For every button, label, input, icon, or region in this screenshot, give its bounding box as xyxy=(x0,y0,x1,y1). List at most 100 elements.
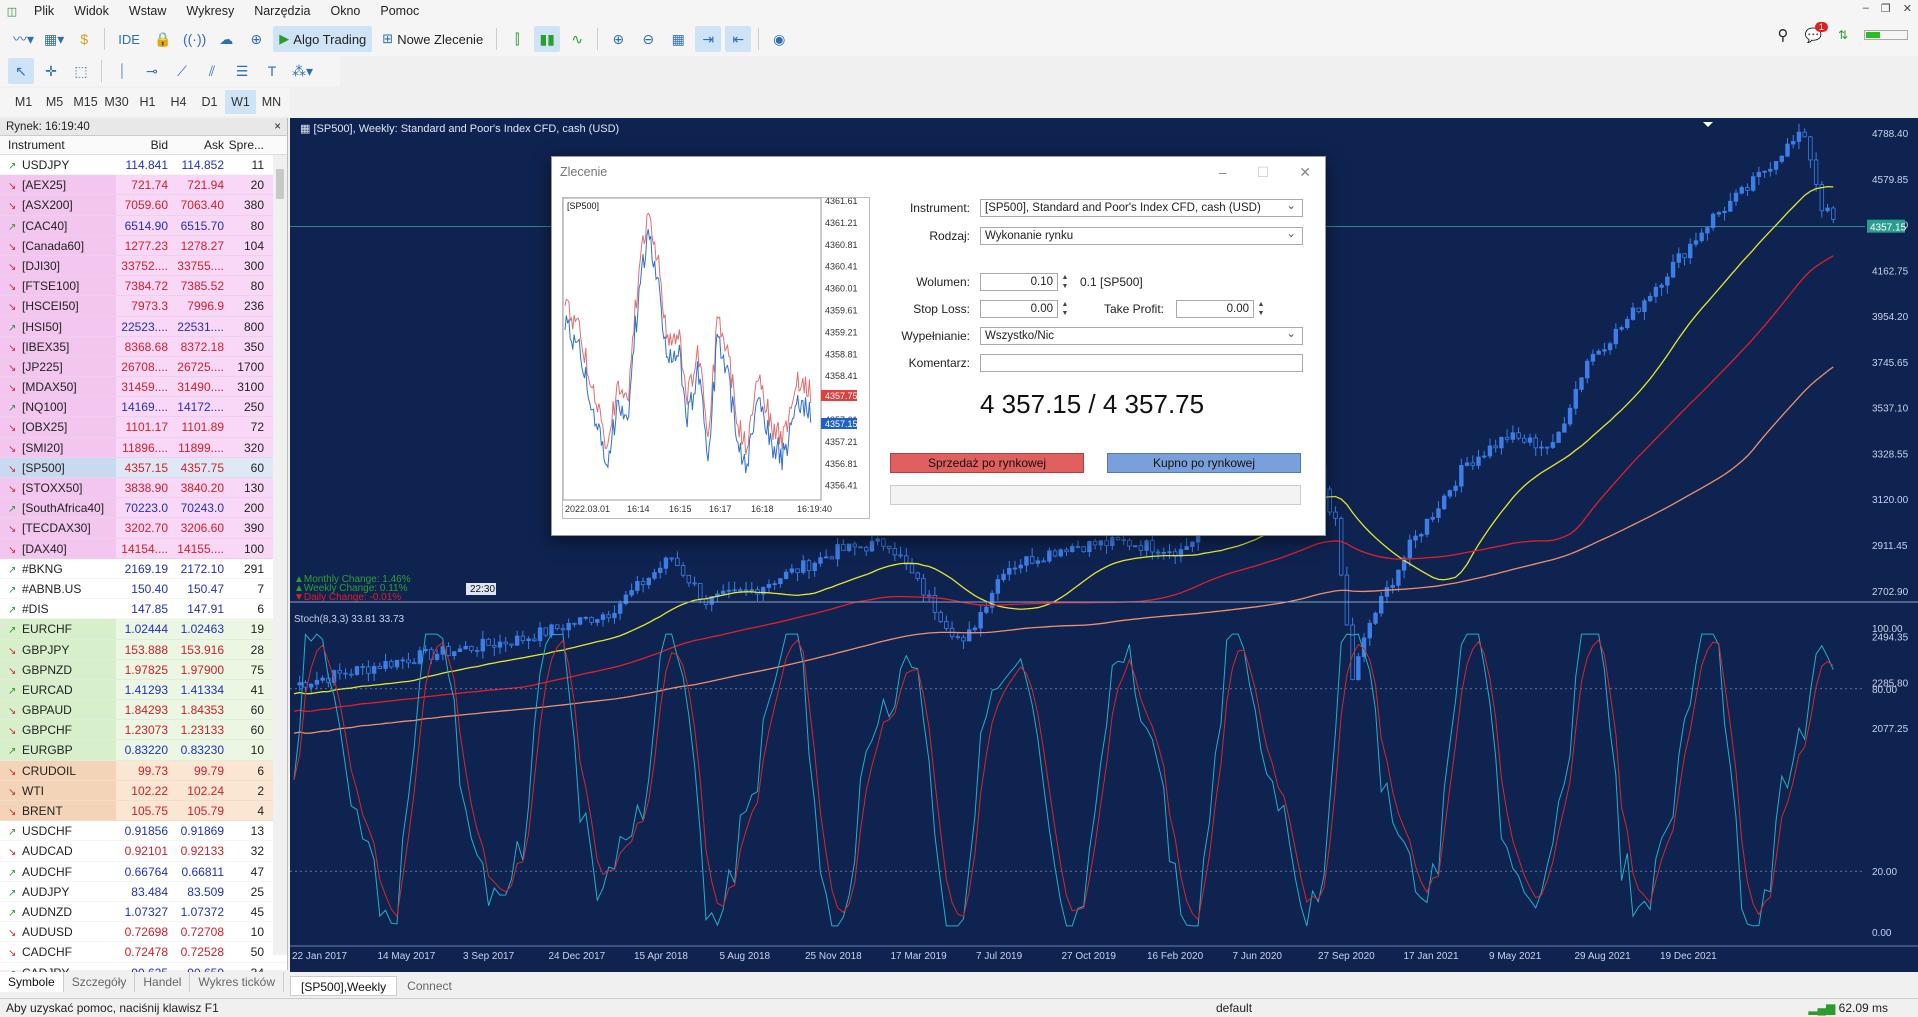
table-row[interactable]: ↘ CADCHF 0.72478 0.72528 50 xyxy=(0,942,287,963)
col-header-spread[interactable]: Spre... xyxy=(228,136,268,154)
table-row[interactable]: ↘ [SMI20] 11896.... 11899.... 320 xyxy=(0,437,287,458)
table-row[interactable]: ↘ WTI 102.22 102.24 2 xyxy=(0,780,287,801)
scrollbar[interactable] xyxy=(273,155,287,955)
chart-type-icon[interactable]: 〰▾ xyxy=(10,26,37,52)
vertical-line-icon[interactable]: ⏐ xyxy=(109,58,135,84)
vps-icon[interactable]: ⊕ xyxy=(243,26,269,52)
timeframe-d1[interactable]: D1 xyxy=(194,90,225,114)
grid-icon[interactable]: ▦ xyxy=(665,26,691,52)
chart-shift-marker-icon[interactable] xyxy=(1703,122,1713,127)
menu-item-insert[interactable]: Wstaw xyxy=(119,0,177,22)
timeframe-h1[interactable]: H1 xyxy=(132,90,163,114)
volume-stepper[interactable]: ▲ ▼ xyxy=(1059,273,1071,291)
timeframe-h4[interactable]: H4 xyxy=(163,90,194,114)
table-row[interactable]: ↗ AUDNZD 1.07327 1.07372 45 xyxy=(0,902,287,923)
close-icon[interactable]: × xyxy=(274,118,281,136)
table-row[interactable]: ↗ AUDCHF 0.66764 0.66811 47 xyxy=(0,862,287,882)
tab-symbols[interactable]: Symbole xyxy=(0,972,64,992)
text-icon[interactable]: T xyxy=(259,58,285,84)
table-row[interactable]: ↗ [CAC40] 6514.90 6515.70 80 xyxy=(0,215,287,236)
table-row[interactable]: ↘ [SP500] 4357.15 4357.75 60 xyxy=(0,457,287,478)
minimize-icon[interactable]: – xyxy=(1219,157,1227,187)
buy-market-button[interactable]: Kupno po rynkowej xyxy=(1107,453,1301,473)
table-row[interactable]: ↗ [SouthAfrica40] 70223.0 70243.0 200 xyxy=(0,498,287,519)
table-row[interactable]: ↘ GBPAUD 1.84293 1.84353 60 xyxy=(0,700,287,721)
timeframe-m30[interactable]: M30 xyxy=(101,90,132,114)
menu-item-window[interactable]: Okno xyxy=(320,0,370,22)
table-row[interactable]: ↘ [Canada60] 1277.23 1278.27 104 xyxy=(0,235,287,256)
menu-item-tools[interactable]: Narzędzia xyxy=(244,0,320,22)
table-row[interactable]: ↗ EURCHF 1.02444 1.02463 19 xyxy=(0,619,287,640)
table-row[interactable]: ↘ AUDUSD 0.72698 0.72708 10 xyxy=(0,922,287,943)
table-row[interactable]: ↗ #ABNB.US 150.40 150.47 7 xyxy=(0,579,287,600)
timeframe-mn[interactable]: MN xyxy=(256,90,287,114)
comment-input[interactable] xyxy=(980,354,1303,372)
table-row[interactable]: ↗ USDJPY 114.841 114.852 11 xyxy=(0,155,287,176)
signal-icon[interactable]: ((·)) xyxy=(180,26,209,52)
lock-icon[interactable]: 🔒 xyxy=(150,26,176,52)
table-row[interactable]: ↘ [STOXX50] 3838.90 3840.20 130 xyxy=(0,478,287,499)
table-row[interactable]: ↘ [DAX40] 14154.... 14155.... 100 xyxy=(0,538,287,559)
table-row[interactable]: ↘ GBPJPY 153.888 153.916 28 xyxy=(0,639,287,660)
templates-icon[interactable]: ▦▾ xyxy=(41,26,67,52)
algo-trading-button[interactable]: ▶ Algo Trading xyxy=(273,26,373,52)
channel-icon[interactable]: ⫽ xyxy=(199,58,225,84)
table-row[interactable]: ↘ [MDAX50] 31459.... 31490.... 3100 xyxy=(0,377,287,398)
ide-button[interactable]: IDE xyxy=(112,26,146,52)
menu-item-view[interactable]: Widok xyxy=(64,0,119,22)
stop-loss-stepper[interactable]: ▲ ▼ xyxy=(1059,300,1071,318)
rectangle-select-icon[interactable]: ⬚ xyxy=(68,58,94,84)
scrollbar-thumb[interactable] xyxy=(276,169,284,199)
volume-input[interactable]: 0.10 xyxy=(980,273,1058,291)
crosshair-icon[interactable]: ✛ xyxy=(38,58,64,84)
menu-item-help[interactable]: Pomoc xyxy=(370,0,429,22)
cursor-icon[interactable]: ↖ xyxy=(8,58,34,84)
chart-shift-icon[interactable]: ⇤ xyxy=(725,26,752,52)
tab-trading[interactable]: Handel xyxy=(135,972,191,992)
order-type-select[interactable]: Wykonanie rynku xyxy=(980,226,1303,245)
table-row[interactable]: ↘ [FTSE100] 7384.72 7385.52 80 xyxy=(0,276,287,297)
table-row[interactable]: ↗ AUDJPY 83.484 83.509 25 xyxy=(0,882,287,902)
auto-scroll-icon[interactable]: ⇥ xyxy=(695,26,722,52)
table-row[interactable]: ↘ [IBEX35] 8368.68 8372.18 350 xyxy=(0,336,287,357)
table-row[interactable]: ↗ [NQ100] 14169.... 14172.... 250 xyxy=(0,397,287,418)
table-row[interactable]: ↗ USDCHF 0.91856 0.91869 13 xyxy=(0,821,287,842)
maximize-icon[interactable]: ☐ xyxy=(1257,157,1270,187)
tab-details[interactable]: Szczegóły xyxy=(64,972,136,992)
table-row[interactable]: ↘ AUDCAD 0.92101 0.92133 32 xyxy=(0,841,287,862)
zoom-in-icon[interactable]: ⊕ xyxy=(605,26,631,52)
table-row[interactable]: ↘ [HSCEI50] 7973.3 7996.9 236 xyxy=(0,296,287,317)
table-row[interactable]: ↘ [TECDAX30] 3202.70 3206.60 390 xyxy=(0,518,287,539)
tab-connect[interactable]: Connect xyxy=(397,976,462,996)
table-row[interactable]: ↗ EURCAD 1.41293 1.41334 41 xyxy=(0,679,287,701)
menu-item-file[interactable]: Plik xyxy=(24,0,64,22)
take-profit-input[interactable]: 0.00 xyxy=(1176,300,1254,318)
fibonacci-icon[interactable]: ☰ xyxy=(229,58,255,84)
table-row[interactable]: ↘ [AEX25] 721.74 721.94 20 xyxy=(0,175,287,196)
candlestick-icon[interactable]: ▮▮ xyxy=(534,26,561,52)
menu-item-charts[interactable]: Wykresy xyxy=(176,0,244,22)
table-row[interactable]: ↘ CRUDOIL 99.73 99.79 6 xyxy=(0,760,287,781)
stop-loss-input[interactable]: 0.00 xyxy=(980,300,1058,318)
bar-chart-icon[interactable]: ⫿ xyxy=(504,26,530,52)
col-header-bid[interactable]: Bid xyxy=(116,136,172,154)
take-profit-stepper[interactable]: ▲ ▼ xyxy=(1255,300,1267,318)
col-header-ask[interactable]: Ask xyxy=(172,136,228,154)
restore-icon[interactable]: ❐ xyxy=(1881,2,1891,15)
close-icon[interactable]: ✕ xyxy=(1299,157,1311,187)
timeframe-m5[interactable]: M5 xyxy=(39,90,70,114)
timeframe-m1[interactable]: M1 xyxy=(8,90,39,114)
new-order-button[interactable]: ⊞ Nowe Zlecenie xyxy=(376,26,489,52)
tab-tick-chart[interactable]: Wykres ticków xyxy=(190,972,284,992)
zoom-out-icon[interactable]: ⊖ xyxy=(635,26,661,52)
table-row[interactable]: ↘ [ASX200] 7059.60 7063.40 380 xyxy=(0,195,287,216)
sell-market-button[interactable]: Sprzedaż po rynkowej xyxy=(890,453,1084,473)
table-row[interactable]: ↘ GBPNZD 1.97825 1.97900 75 xyxy=(0,659,287,680)
table-row[interactable]: ↘ [JP225] 26708.... 26725.... 1700 xyxy=(0,356,287,378)
table-row[interactable]: ↗ #DIS 147.85 147.91 6 xyxy=(0,599,287,620)
minimize-icon[interactable]: – xyxy=(1863,2,1869,15)
table-row[interactable]: ↘ BRENT 105.75 105.79 4 xyxy=(0,801,287,822)
search-icon[interactable]: ⚲ xyxy=(1778,26,1789,44)
table-row[interactable]: ↘ [OBX25] 1101.17 1101.89 72 xyxy=(0,417,287,438)
cloud-icon[interactable]: ☁ xyxy=(213,26,239,52)
